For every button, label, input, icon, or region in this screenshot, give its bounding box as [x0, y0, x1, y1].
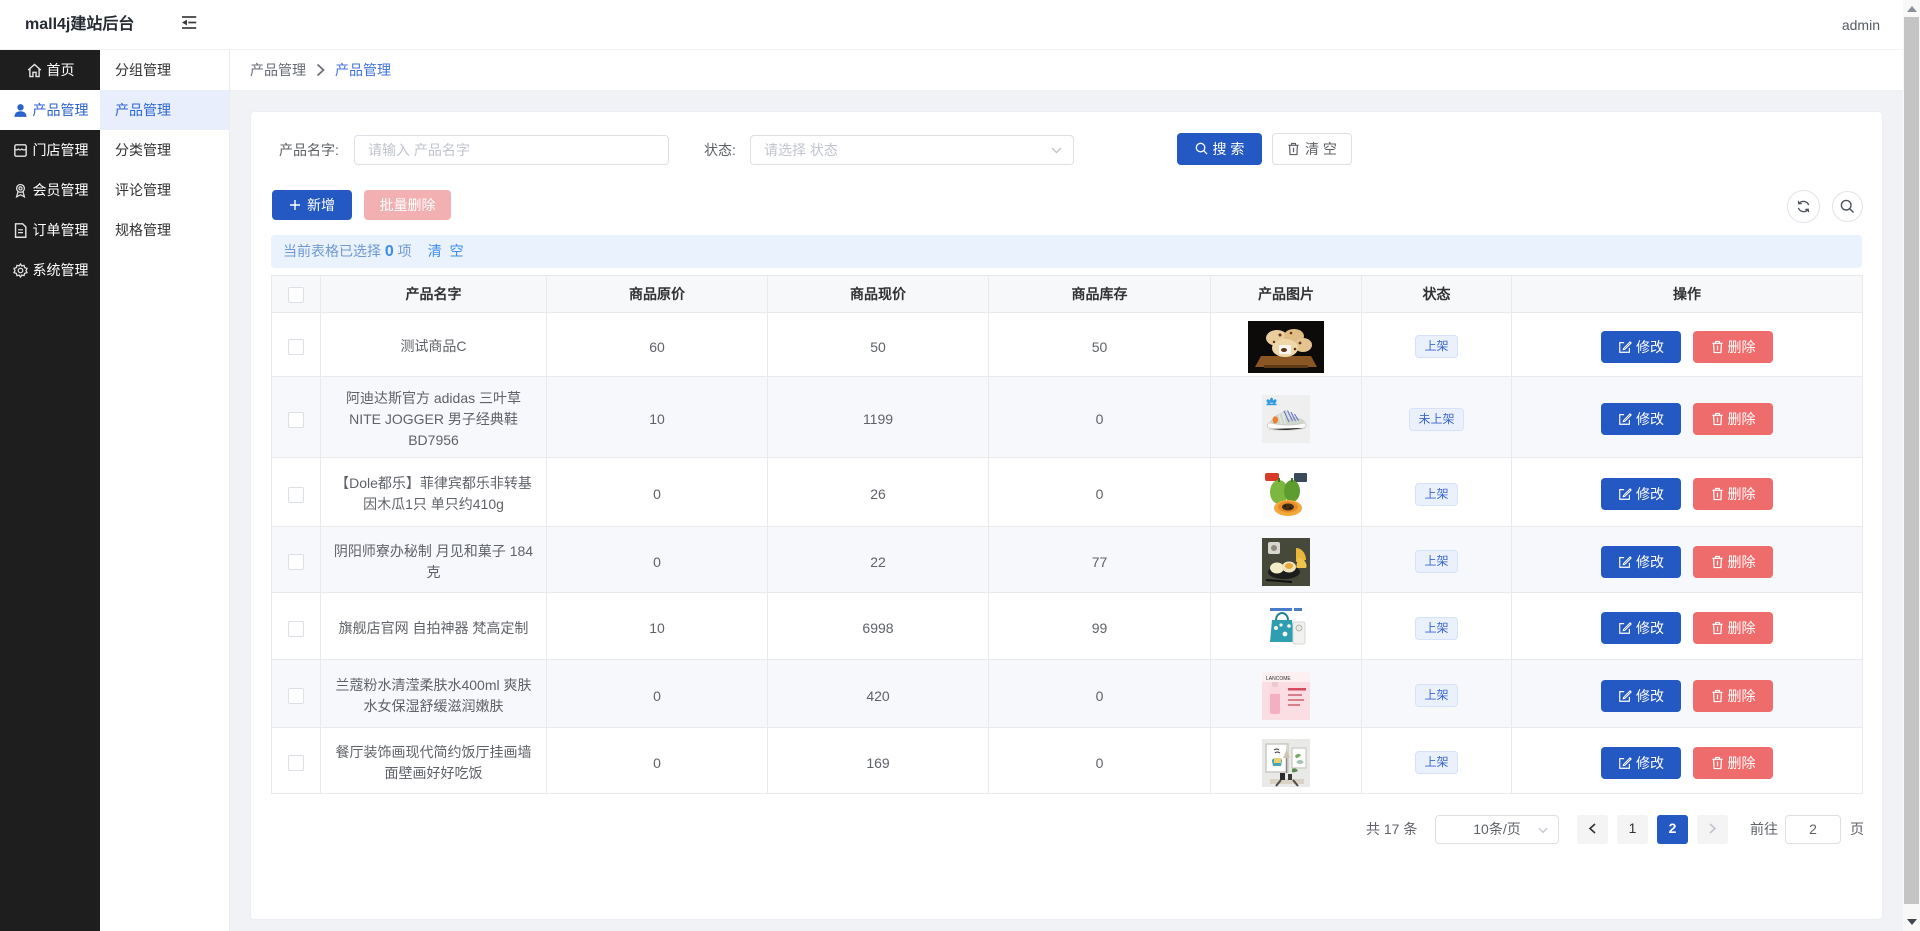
- svg-text:LANCOME: LANCOME: [1266, 676, 1291, 682]
